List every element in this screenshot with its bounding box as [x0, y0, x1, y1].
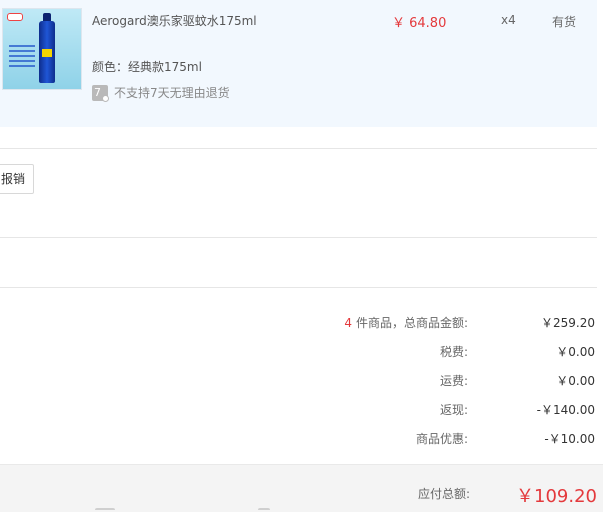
discount-row: 商品优惠: -￥10.00: [0, 430, 600, 450]
return-policy-text: 不支持7天无理由退货: [114, 86, 230, 100]
brand-logo-icon: [7, 13, 23, 21]
bottle-label-shape: [42, 49, 52, 57]
tax-label: 税费:: [439, 345, 468, 359]
product-color: 颜色：经典款175ml: [92, 60, 202, 74]
items-total-row: 4 件商品，总商品金额: ￥259.20: [0, 314, 600, 334]
product-price: ￥ 64.80: [392, 16, 447, 31]
product-title[interactable]: Aerogard澳乐家驱蚊水175ml: [92, 12, 257, 29]
return-policy: 7 不支持7天无理由退货: [92, 84, 230, 102]
product-image[interactable]: [2, 8, 82, 90]
divider: [0, 287, 597, 288]
cashback-value: -￥140.00: [536, 403, 595, 417]
cropped-text-fragment: [258, 508, 270, 514]
cropped-text-fragment: [95, 508, 115, 514]
product-image-text: [9, 45, 35, 67]
divider: [0, 237, 597, 238]
product-item: Aerogard澳乐家驱蚊水175ml ￥ 64.80 x4 有货 颜色：经典款…: [0, 0, 597, 127]
reimburse-button[interactable]: 报销: [0, 164, 34, 194]
payable-label: 应付总额:: [417, 487, 470, 501]
no-return-icon-dot: [102, 94, 109, 102]
discount-value: -￥10.00: [544, 432, 595, 446]
cashback-row: 返现: -￥140.00: [0, 401, 600, 421]
shipping-label: 运费:: [439, 374, 468, 388]
cashback-label: 返现:: [439, 403, 468, 417]
divider: [0, 148, 597, 149]
shipping-value: ￥0.00: [556, 374, 595, 388]
tax-row: 税费: ￥0.00: [0, 343, 600, 363]
discount-label: 商品优惠:: [415, 432, 468, 446]
items-total-value: ￥259.20: [541, 316, 595, 330]
payable-total-bar: 应付总额: ￥109.20: [0, 464, 603, 512]
item-count: 4: [344, 316, 352, 330]
payable-value: ￥109.20: [516, 486, 597, 507]
no-return-icon: 7: [92, 84, 109, 102]
tax-value: ￥0.00: [556, 345, 595, 359]
items-total-label-text: 件商品，总商品金额:: [355, 316, 468, 330]
shipping-row: 运费: ￥0.00: [0, 372, 600, 392]
items-total-label: 4 件商品，总商品金额:: [344, 314, 468, 331]
stock-status: 有货: [552, 15, 577, 29]
return-icon-text: 7: [94, 85, 101, 99]
product-quantity: x4: [501, 13, 516, 27]
